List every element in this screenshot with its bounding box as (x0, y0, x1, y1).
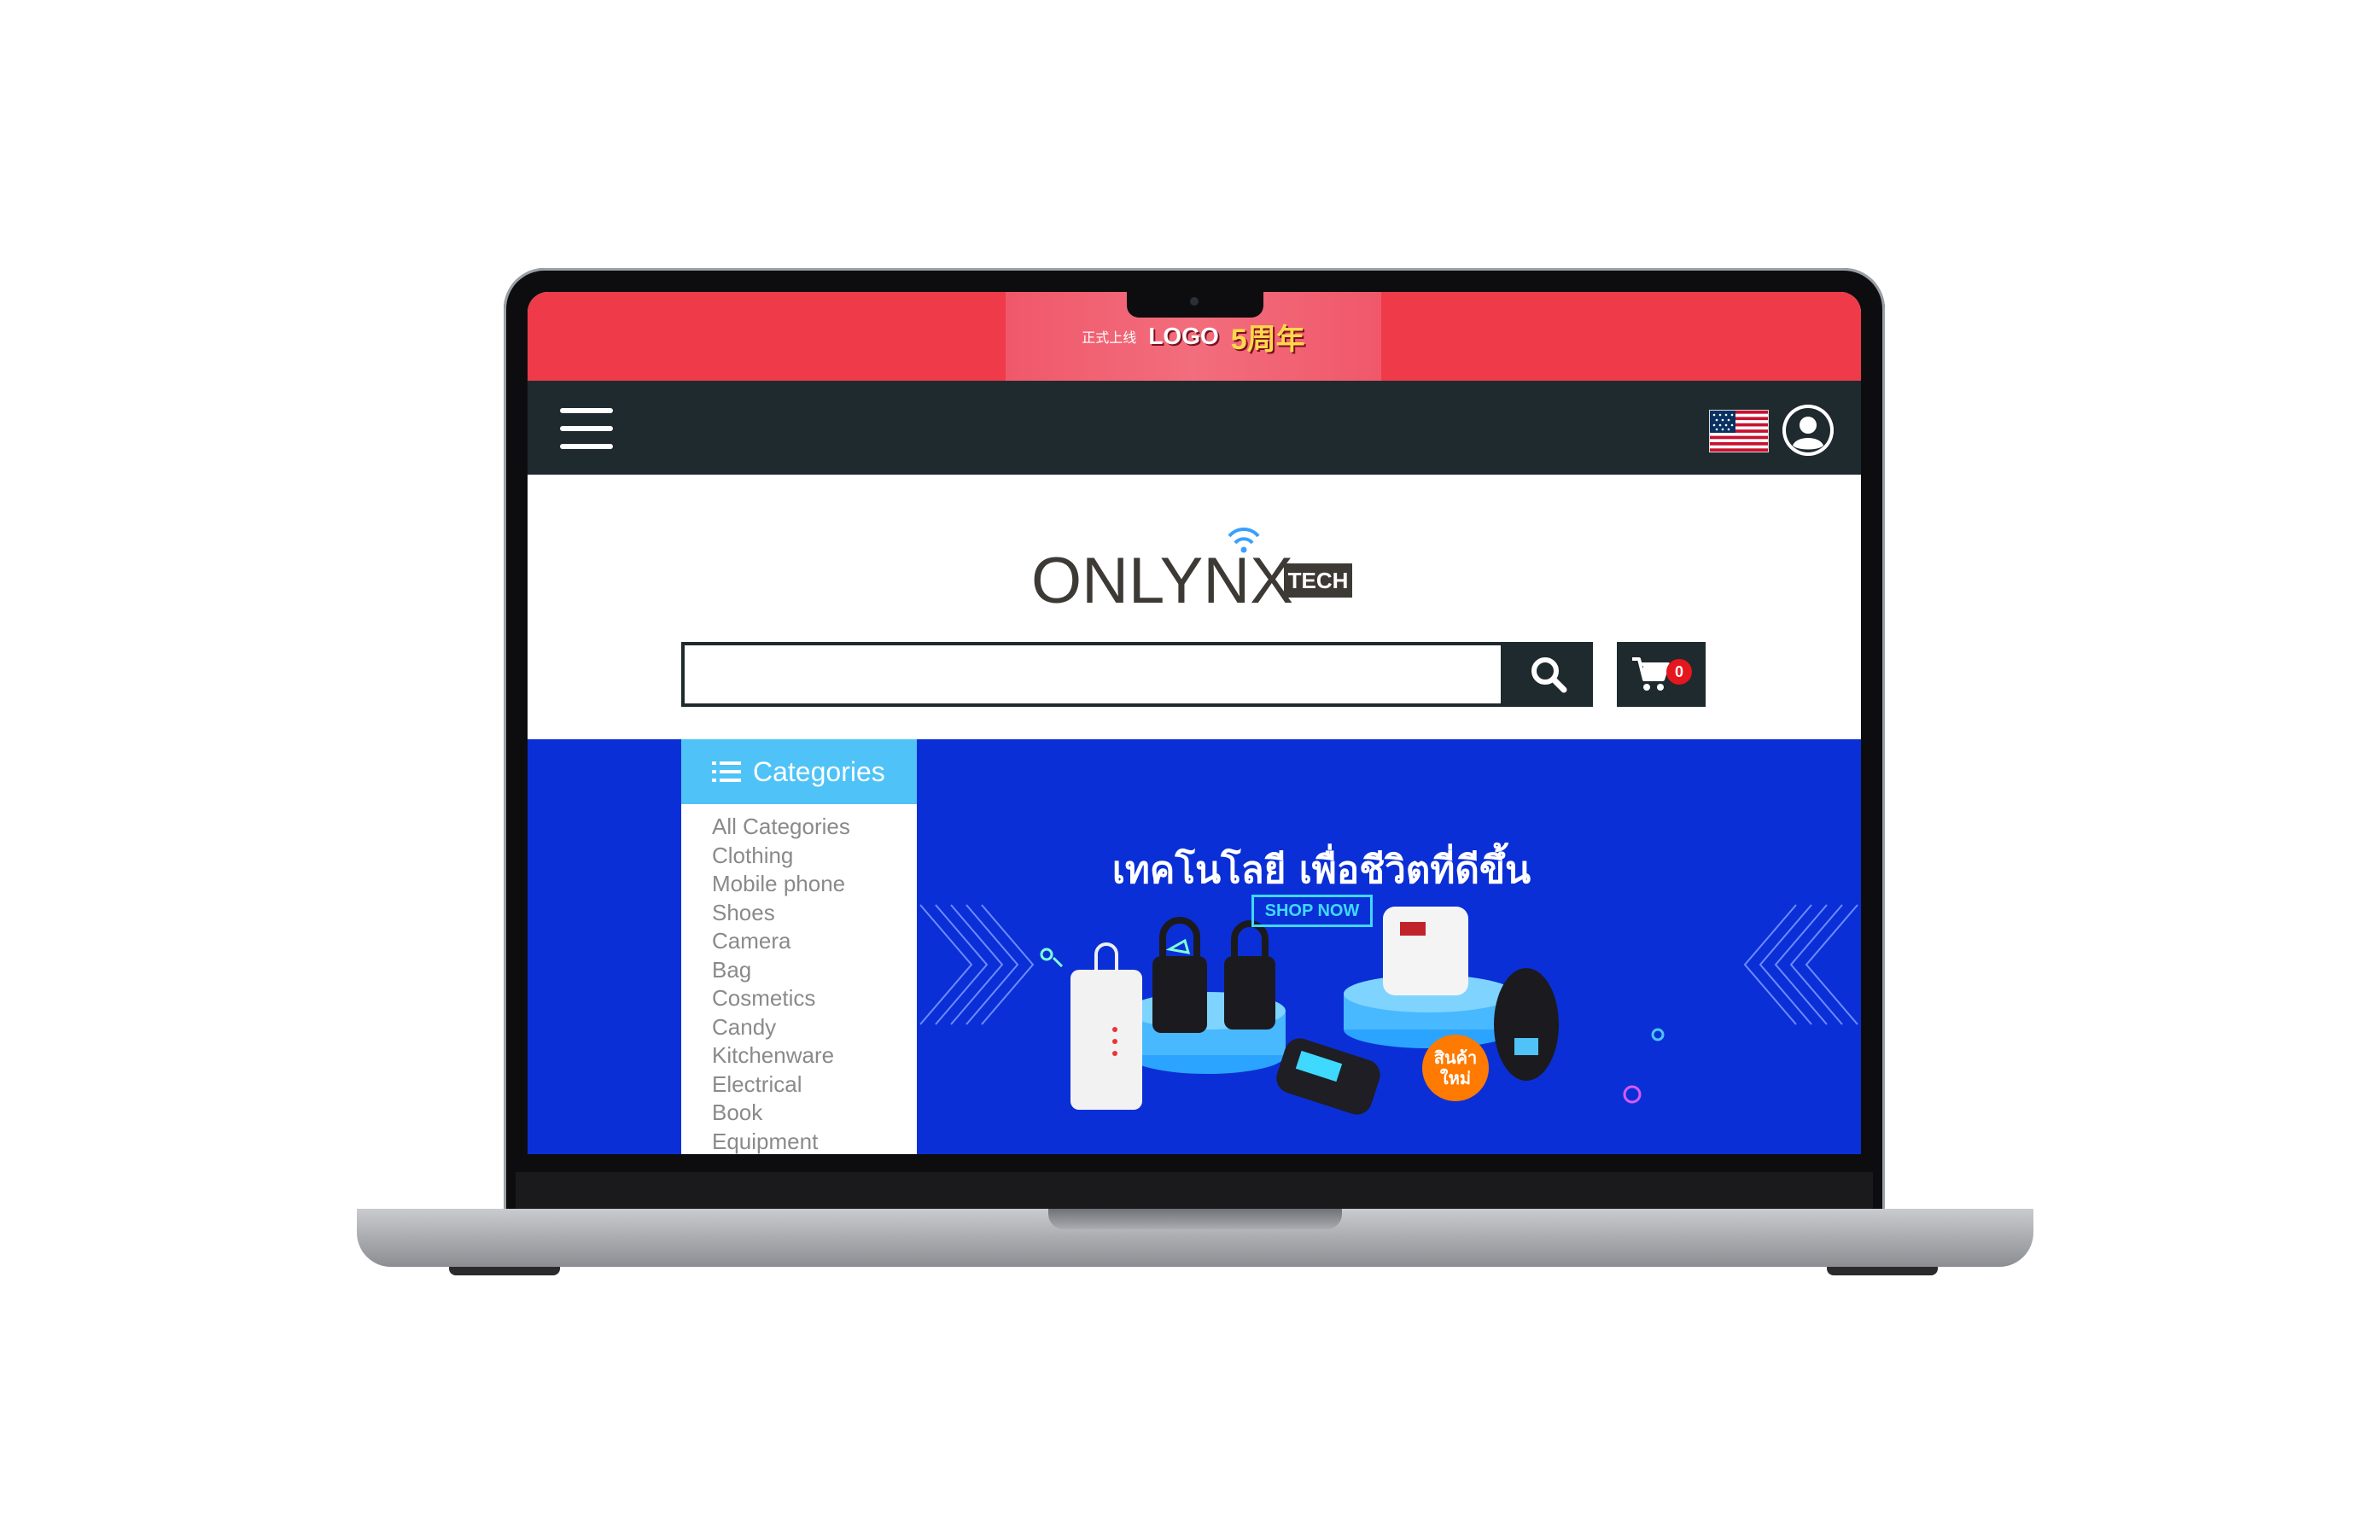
onlynx-logo[interactable]: ONLYNX TECH (1031, 524, 1356, 618)
logo-suffix: TECH (1288, 568, 1349, 593)
logo-text: ONLYNX (1031, 545, 1293, 617)
categories-panel: Categories All Categories Clothing Mobil… (681, 739, 917, 1154)
screen: 正式上线 LOGO 5周年 ONLYNX TECH 0 Categories A… (528, 292, 1861, 1154)
search-icon (1531, 657, 1567, 693)
cart-button[interactable]: 0 (1617, 642, 1706, 707)
category-item[interactable]: All Categories (712, 813, 917, 842)
shop-now-button[interactable]: SHOP NOW (1251, 895, 1373, 927)
category-item[interactable]: Kitchenware (712, 1041, 917, 1070)
category-item[interactable]: Camera (712, 927, 917, 956)
category-item[interactable]: Clothing (712, 842, 917, 871)
banner-artwork (919, 904, 1858, 1115)
laptop-foot-right (1827, 1267, 1938, 1275)
hamburger-menu-icon[interactable] (560, 408, 613, 449)
categories-header[interactable]: Categories (681, 739, 917, 804)
hero-banner[interactable]: เทคโนโลยี เพื่อชีวิตที่ดีขึ้น SHOP NOW ส… (917, 739, 1861, 1154)
promo-line3: 正式上线 (1082, 331, 1137, 346)
cart-count-badge: 0 (1666, 659, 1692, 685)
camera-icon (1190, 297, 1199, 306)
list-icon (712, 761, 741, 782)
search-input[interactable] (681, 642, 1504, 707)
laptop-base (357, 1209, 2033, 1267)
user-circle-icon[interactable] (1782, 405, 1834, 456)
category-item[interactable]: Bag (712, 956, 917, 985)
laptop-bezel-bottom (516, 1172, 1873, 1210)
laptop-foot-left (449, 1267, 560, 1275)
promo-line1: LOGO (1148, 323, 1219, 349)
category-item[interactable]: Cosmetics (712, 984, 917, 1013)
laptop-opening-notch (1048, 1209, 1342, 1229)
category-item[interactable]: Book (712, 1099, 917, 1128)
banner-headline: เทคโนโลยี เพื่อชีวิตที่ดีขึ้น (1111, 849, 1531, 892)
hero-section: Categories All Categories Clothing Mobil… (528, 739, 1861, 1154)
categories-list: All Categories Clothing Mobile phone Sho… (681, 804, 917, 1154)
search-button[interactable] (1504, 642, 1593, 707)
site-header: ONLYNX TECH 0 (528, 475, 1861, 739)
categories-title: Categories (753, 755, 885, 787)
category-item[interactable]: Candy (712, 1013, 917, 1042)
category-item[interactable]: Shoes (712, 899, 917, 928)
promo-line2: 5周年 (1230, 323, 1305, 356)
camera-notch (1127, 290, 1263, 318)
category-item[interactable]: Electrical (712, 1070, 917, 1100)
us-flag-icon[interactable] (1709, 410, 1769, 452)
new-product-badge: สินค้าใหม่ (1422, 1035, 1489, 1101)
category-item[interactable]: Mobile phone (712, 870, 917, 899)
navbar (528, 381, 1861, 475)
cart-icon (1632, 657, 1670, 691)
category-item[interactable]: Equipment (712, 1128, 917, 1155)
